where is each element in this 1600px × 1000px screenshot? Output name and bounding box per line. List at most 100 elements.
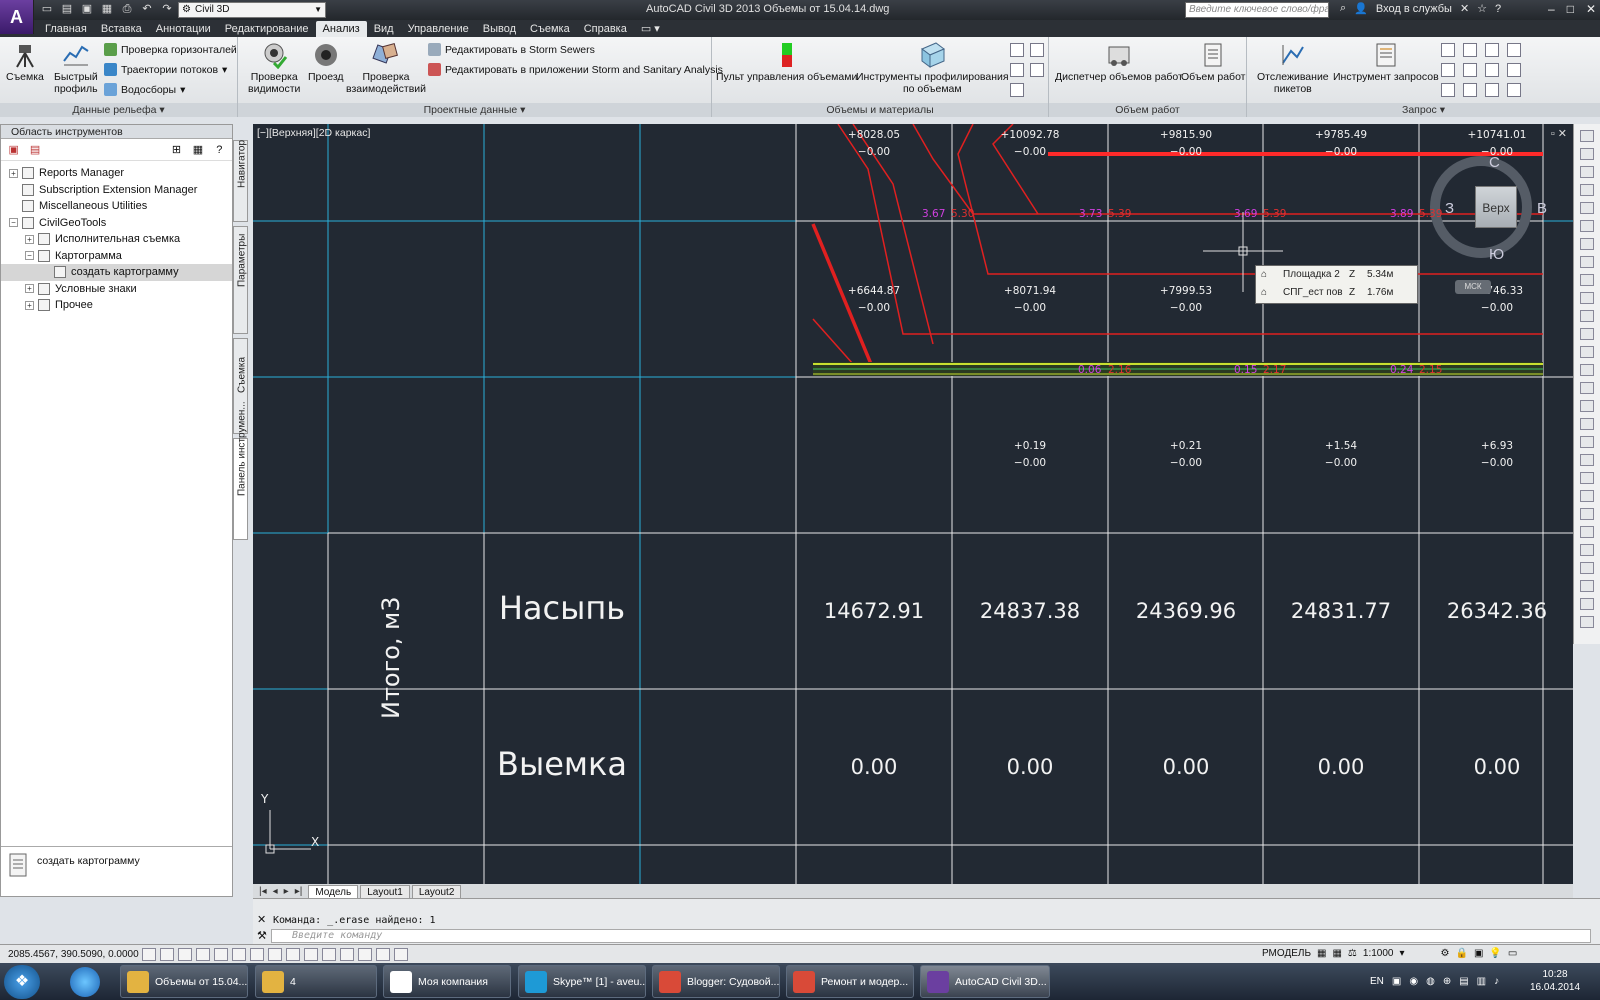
taskbar-button[interactable]: 4 [255,965,377,998]
otrack-icon[interactable] [268,948,282,961]
grading-volume-tools-button[interactable]: Инструменты профилирования по объемам [856,41,1009,95]
taskbar-button[interactable]: Ремонт и модер... [786,965,914,998]
draw-tool-icon[interactable] [1580,382,1594,394]
lock-icon[interactable]: 🔒 [1455,948,1467,959]
model-toggle[interactable]: РМОДЕЛЬ [1262,948,1311,959]
help-icon[interactable]: ? [213,143,226,157]
am-icon[interactable] [394,948,408,961]
panel-view-icon[interactable]: ▦ [191,143,204,157]
volumes-material-icon[interactable] [1030,63,1044,77]
dyn-icon[interactable] [304,948,318,961]
qto-manager-button[interactable]: Диспетчер объемов работ [1055,41,1183,83]
coordinates-readout[interactable]: 2085.4567, 390.5090, 0.0000 [8,949,139,960]
draw-tool-icon[interactable] [1580,238,1594,250]
panel-title-design-data[interactable]: Проектные данные ▾ [238,103,711,117]
volume-icon[interactable]: ♪ [1494,976,1499,987]
signin-button[interactable]: Вход в службы [1376,3,1452,15]
draw-tool-icon[interactable] [1580,184,1594,196]
viewport-controls[interactable]: [−][Верхняя][2D каркас] [257,127,370,139]
formula-icon[interactable] [1441,83,1455,97]
panel-title-inquiry[interactable]: Запрос ▾ [1247,103,1600,117]
offset-icon[interactable] [1507,63,1521,77]
polar-icon[interactable] [214,948,228,961]
tree-item[interactable]: создать картограмму [1,264,232,281]
binoculars-icon[interactable]: ⌕ [1340,2,1346,15]
network-icon[interactable]: ▥ [1477,976,1486,987]
maximize-icon[interactable]: □ [1567,2,1574,16]
draw-tool-icon[interactable] [1580,436,1594,448]
trend-icon[interactable] [1463,83,1477,97]
tree-item[interactable]: Subscription Extension Manager [1,182,232,199]
tab-home[interactable]: Главная [38,21,94,37]
sight-distance-button[interactable]: Проверка видимости [248,41,300,95]
language-indicator[interactable]: EN [1370,976,1384,987]
list-icon[interactable] [1485,43,1499,57]
tab-layout2[interactable]: Layout2 [411,884,462,898]
star-icon[interactable]: ☆ [1477,2,1487,15]
ie-icon[interactable] [70,967,100,997]
workspace-select[interactable]: ⚙ Civil 3D ▼ [178,2,326,18]
tab-survey[interactable]: Съемка [523,21,577,37]
area-icon[interactable] [1463,43,1477,57]
draw-tool-icon[interactable] [1580,544,1594,556]
draw-tool-icon[interactable] [1580,274,1594,286]
volumes-report-icon[interactable] [1010,43,1024,57]
annotation-scale-icon[interactable]: ⚖ [1348,948,1357,959]
ducs-icon[interactable] [286,948,300,961]
exchange-icon[interactable]: ✕ [1460,2,1469,15]
toolbox-edit-icon[interactable]: ▤ [28,143,41,157]
clean-screen-icon[interactable]: ▭ [1508,948,1517,959]
panel-title-surface-data[interactable]: Данные рельефа ▾ [0,103,237,117]
draw-tool-icon[interactable] [1580,472,1594,484]
survey-button[interactable]: Съемка [6,41,44,83]
draw-tool-icon[interactable] [1580,598,1594,610]
draw-tool-icon[interactable] [1580,220,1594,232]
command-input[interactable]: Введите команду [271,929,1591,943]
tab-analyze[interactable]: Анализ [315,21,367,37]
check-contours-button[interactable]: Проверка горизонталей [104,43,237,56]
tree-item[interactable]: + Reports Manager [1,165,232,182]
help-icon[interactable]: ? [1495,3,1501,15]
tab-help[interactable]: Справка [577,21,634,37]
quick-profile-button[interactable]: Быстрый профиль [54,41,98,95]
tab-layout1[interactable]: Layout1 [360,884,410,898]
catchments-button[interactable]: Водосборы ▾ [104,83,185,96]
open-icon[interactable]: ▤ [60,2,74,16]
expand-toggle-icon[interactable]: + [25,284,34,294]
tab-view[interactable]: Вид [367,21,401,37]
tree-item[interactable]: − Картограмма [1,248,232,265]
layout-grid-icon-2[interactable]: ▦ [1332,948,1341,959]
tree-item[interactable]: + Прочее [1,297,232,314]
lweight-icon[interactable] [322,948,336,961]
tray-icon-5[interactable]: ▤ [1459,976,1468,987]
isolate-icon[interactable]: 💡 [1489,948,1501,959]
time-icon[interactable] [1485,83,1499,97]
start-button[interactable]: ❖ [4,965,40,999]
draw-tool-icon[interactable] [1580,310,1594,322]
layout-grid-icon[interactable]: ▦ [1317,948,1326,959]
tray-icon-1[interactable]: ▣ [1392,976,1401,987]
print-icon[interactable]: ⎙ [120,2,134,16]
hardware-accel-icon[interactable]: ▣ [1474,948,1483,959]
qto-button[interactable]: Объем работ [1181,41,1245,83]
drive-button[interactable]: Проезд [308,41,344,83]
sc-icon[interactable] [376,948,390,961]
ucs-menu[interactable]: МСК [1455,280,1491,294]
viewcube-south[interactable]: Ю [1489,246,1504,263]
draw-tool-icon[interactable] [1580,328,1594,340]
volumes-compute-icon[interactable] [1030,43,1044,57]
last-layout-icon[interactable]: ▸| [295,886,303,897]
draw-tool-icon[interactable] [1580,256,1594,268]
expand-toggle-icon[interactable]: + [25,234,34,244]
ortho-icon[interactable] [196,948,210,961]
tray-icon-3[interactable]: ◍ [1426,976,1435,987]
draw-tool-icon[interactable] [1580,346,1594,358]
taskbar-button[interactable]: Объемы от 15.04... [120,965,248,998]
volumes-grid-icon[interactable] [1010,83,1024,97]
infer-icon[interactable] [142,948,156,961]
interference-check-button[interactable]: Проверка взаимодействий [346,41,426,95]
tab-output[interactable]: Вывод [476,21,523,37]
wrench-icon[interactable]: ⚒ [257,929,267,942]
viewcube-north[interactable]: С [1489,154,1500,171]
osnap-icon[interactable] [232,948,246,961]
